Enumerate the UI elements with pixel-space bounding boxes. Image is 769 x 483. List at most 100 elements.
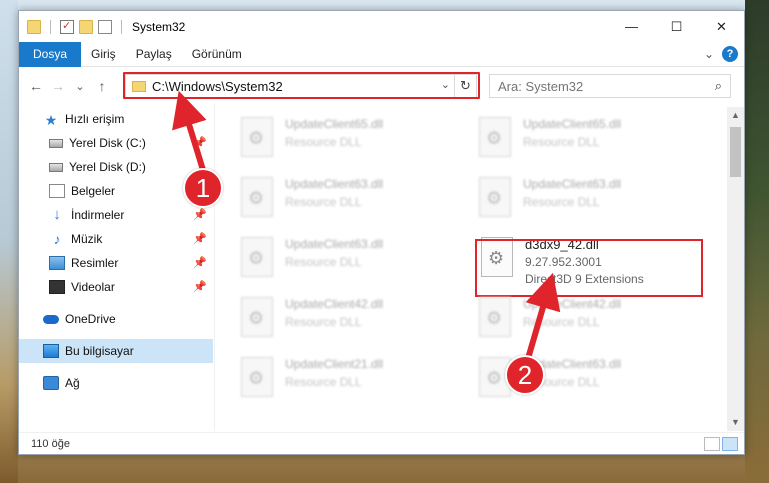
scrollbar-thumb[interactable] (730, 127, 741, 177)
scroll-up-icon[interactable]: ▲ (727, 107, 744, 124)
file-type: Resource DLL (285, 315, 362, 329)
minimize-button[interactable]: — (609, 11, 654, 42)
sidebar-item-label: Hızlı erişim (65, 112, 125, 126)
downloads-icon: ↓ (53, 206, 61, 223)
window-title: System32 (132, 19, 186, 34)
back-button[interactable]: ← (25, 78, 47, 94)
file-type: Resource DLL (523, 315, 600, 329)
customize-toolbar-icon[interactable] (98, 19, 112, 34)
pin-icon[interactable]: 📌 (193, 256, 207, 269)
new-folder-icon[interactable] (79, 19, 93, 34)
documents-icon (49, 184, 65, 198)
file-item[interactable]: UpdateClient42.dll Resource DLL (479, 293, 689, 347)
vertical-scrollbar[interactable]: ▲ ▼ (727, 107, 744, 431)
sidebar-item-music[interactable]: ♪ Müzik 📌 (19, 227, 213, 251)
sidebar-item-label: Ağ (65, 376, 80, 390)
file-item[interactable]: UpdateClient63.dll Resource DLL (241, 233, 451, 287)
file-name: UpdateClient21.dll (285, 357, 384, 371)
dll-file-icon (481, 237, 513, 277)
search-icon[interactable]: ⌕ (715, 78, 722, 94)
pin-icon[interactable]: 📌 (193, 280, 207, 293)
file-item[interactable]: UpdateClient65.dll Resource DLL (241, 113, 451, 167)
scroll-down-icon[interactable]: ▼ (727, 414, 744, 431)
file-name: UpdateClient65.dll (523, 117, 622, 131)
file-name: UpdateClient63.dll (285, 177, 384, 191)
file-name: UpdateClient42.dll (285, 297, 384, 311)
sidebar-item-label: Belgeler (71, 184, 116, 198)
step-2-badge: 2 (505, 355, 545, 395)
recent-locations-button[interactable]: ⌄ (69, 80, 91, 93)
properties-check-icon[interactable] (60, 19, 74, 34)
network-icon (43, 376, 59, 390)
search-input[interactable] (498, 78, 698, 94)
pane-divider (214, 103, 215, 431)
sidebar-item-label: OneDrive (65, 312, 116, 326)
expand-ribbon-icon[interactable]: ⌄ (704, 47, 714, 61)
file-list: UpdateClient65.dll Resource DLL UpdateCl… (219, 107, 727, 427)
desktop-wallpaper-right (745, 0, 769, 483)
sidebar-item-label: İndirmeler (71, 208, 125, 222)
up-button[interactable]: ↑ (91, 78, 113, 94)
tab-home[interactable]: Giriş (81, 42, 126, 67)
file-item[interactable]: UpdateClient21.dll Resource DLL (241, 353, 451, 407)
disk-icon (49, 138, 63, 148)
step-1-badge: 1 (183, 168, 223, 208)
sidebar-item-this-pc[interactable]: Bu bilgisayar (19, 339, 213, 363)
dll-file-icon (479, 177, 511, 217)
star-icon: ★ (44, 112, 58, 128)
pin-icon[interactable]: 📌 (193, 232, 207, 245)
sidebar-item-local-disk-d[interactable]: Yerel Disk (D:) (19, 155, 213, 179)
forward-button[interactable]: → (47, 78, 69, 94)
search-box[interactable]: ⌕ (489, 74, 731, 98)
sidebar-item-quick-access[interactable]: ★ Hızlı erişim (19, 107, 213, 131)
file-item[interactable]: UpdateClient63.dll Resource DLL (479, 173, 689, 227)
file-item[interactable]: UpdateClient63.dll Resource DLL (241, 173, 451, 227)
sidebar-item-label: Müzik (71, 232, 103, 246)
sidebar-item-onedrive[interactable]: OneDrive (19, 307, 213, 331)
sidebar-item-label: Videolar (71, 280, 115, 294)
pin-icon[interactable]: 📌 (193, 136, 207, 149)
tab-view[interactable]: Görünüm (182, 42, 252, 67)
details-view-icon[interactable] (704, 437, 720, 451)
dll-file-icon (479, 117, 511, 157)
sidebar-item-local-disk-c[interactable]: Yerel Disk (C:) 📌 (19, 131, 213, 155)
pictures-icon (49, 256, 65, 270)
address-path[interactable]: C:\Windows\System32 (152, 79, 283, 94)
address-dropdown-icon[interactable]: ⌄ (441, 78, 450, 91)
item-count: 110 öğe (31, 437, 70, 450)
pin-icon[interactable]: 📌 (193, 208, 207, 221)
file-item[interactable]: UpdateClient42.dll Resource DLL (241, 293, 451, 347)
onedrive-icon (43, 314, 59, 324)
this-pc-icon (43, 344, 59, 358)
file-type: Resource DLL (523, 195, 600, 209)
large-icons-view-icon[interactable] (722, 437, 738, 451)
file-name: UpdateClient65.dll (285, 117, 384, 131)
file-type: Resource DLL (285, 375, 362, 389)
close-button[interactable]: ✕ (699, 11, 744, 42)
sidebar-item-downloads[interactable]: ↓ İndirmeler 📌 (19, 203, 213, 227)
window-controls: — ☐ ✕ (609, 11, 744, 42)
disk-icon (49, 162, 63, 172)
file-item-d3dx9-42[interactable]: d3dx9_42.dll 9.27.952.3001 Direct3D 9 Ex… (481, 233, 691, 287)
sidebar-item-videos[interactable]: Videolar 📌 (19, 275, 213, 299)
sidebar-item-network[interactable]: Ağ (19, 371, 213, 395)
dll-file-icon (241, 297, 273, 337)
sidebar-item-label: Bu bilgisayar (65, 344, 134, 358)
ribbon-tabs: Dosya Giriş Paylaş Görünüm ⌄ ? (19, 41, 744, 67)
refresh-button[interactable]: ↻ (454, 75, 476, 97)
tab-share[interactable]: Paylaş (126, 42, 182, 67)
tab-file[interactable]: Dosya (19, 41, 82, 67)
file-name: UpdateClient63.dll (523, 177, 622, 191)
file-item[interactable]: UpdateClient65.dll Resource DLL (479, 113, 689, 167)
maximize-button[interactable]: ☐ (654, 11, 699, 42)
file-type: Resource DLL (285, 135, 362, 149)
folder-icon (27, 19, 41, 34)
navigation-bar: ← → ⌄ ↑ C:\Windows\System32 ⌄ ↻ ⌕ (19, 69, 744, 103)
sidebar-item-label: Yerel Disk (D:) (69, 160, 146, 174)
file-description: Direct3D 9 Extensions (525, 272, 644, 286)
address-bar[interactable]: C:\Windows\System32 ⌄ ↻ (125, 74, 477, 98)
help-icon[interactable]: ? (722, 46, 738, 62)
sidebar-item-pictures[interactable]: Resimler 📌 (19, 251, 213, 275)
ribbon-right-controls: ⌄ ? (704, 46, 738, 62)
status-bar: 110 öğe (19, 432, 744, 454)
